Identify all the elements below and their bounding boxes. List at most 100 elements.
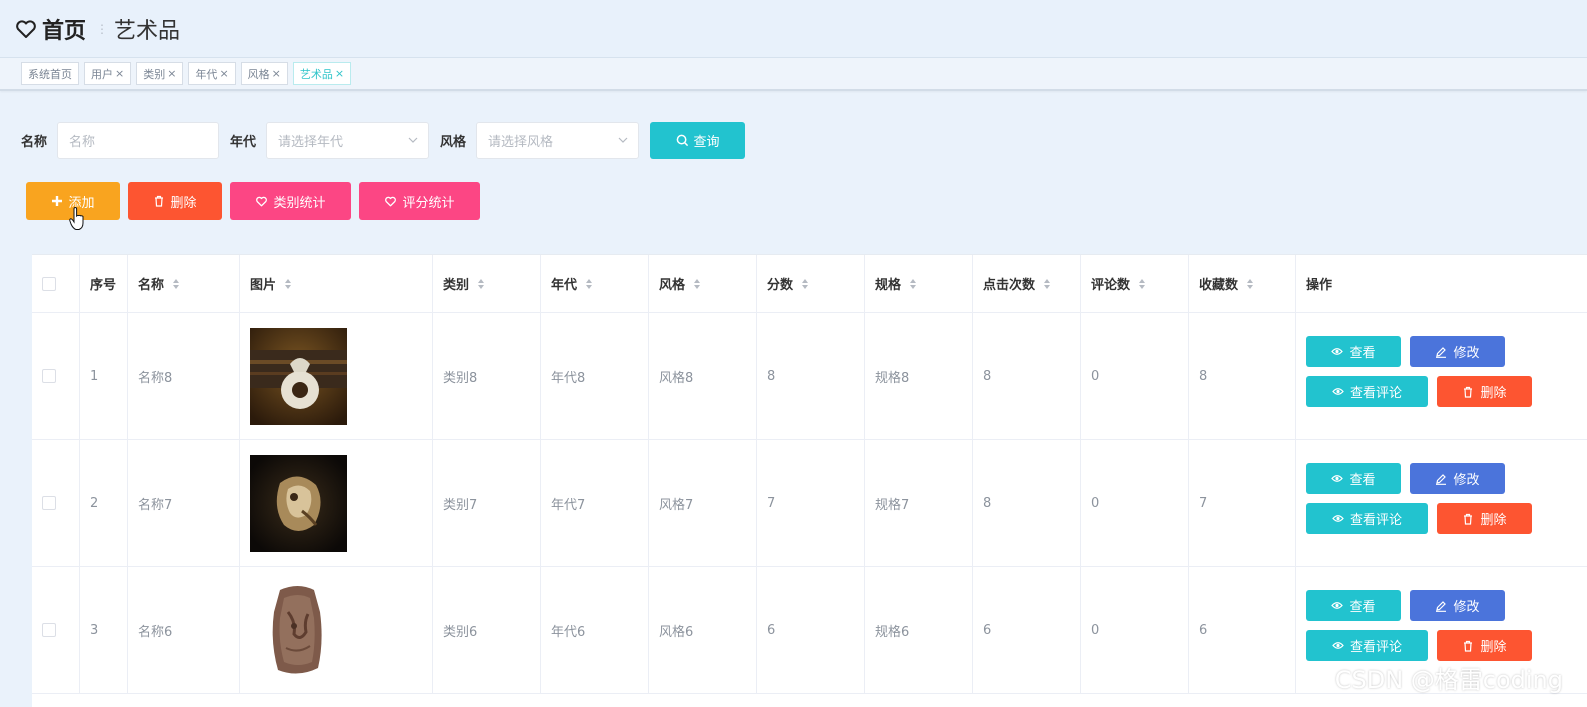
search-form: 名称 名称 年代 请选择年代 风格 请选择风格 查询 xyxy=(21,121,746,159)
plus-icon xyxy=(52,196,63,206)
row-select-cell xyxy=(32,440,80,566)
view-comments-button-label: 查看评论 xyxy=(1349,640,1402,655)
tag-system-home[interactable]: 系统首页 xyxy=(21,62,79,85)
era-select[interactable]: 请选择年代 xyxy=(266,121,430,159)
artwork-thumbnail[interactable] xyxy=(250,454,347,552)
close-icon[interactable]: × xyxy=(219,67,228,80)
column-header-category[interactable]: 类别 xyxy=(433,255,541,312)
category-stats-button[interactable]: 类别统计 xyxy=(230,182,351,220)
edit-icon xyxy=(1436,346,1447,358)
close-icon[interactable]: × xyxy=(335,67,344,80)
sort-icon[interactable] xyxy=(1246,278,1254,290)
artwork-thumbnail[interactable] xyxy=(250,327,347,425)
view-comments-button[interactable]: 查看评论 xyxy=(1306,376,1428,407)
page-header: 首页 ⋮ 艺术品 xyxy=(0,0,1587,58)
view-comments-button[interactable]: 查看评论 xyxy=(1306,630,1428,661)
column-label: 评论数 xyxy=(1091,278,1131,293)
column-header-era[interactable]: 年代 xyxy=(541,255,649,312)
eye-icon xyxy=(1331,348,1344,355)
eye-icon xyxy=(1332,515,1344,522)
column-header-image[interactable]: 图片 xyxy=(240,255,433,312)
row-select-cell xyxy=(32,313,80,439)
sort-icon[interactable] xyxy=(1043,278,1051,290)
sort-icon[interactable] xyxy=(1138,278,1146,290)
trash-icon xyxy=(1464,640,1473,652)
cell-category: 类别8 xyxy=(433,313,541,439)
table-header-row: 序号 名称 图片 类别 年代 风格 分数 规格 点击次数 评论数 收藏数 操作 xyxy=(32,255,1587,313)
eye-icon xyxy=(1332,388,1344,395)
delete-button[interactable]: 删除 xyxy=(1437,503,1532,534)
breadcrumb-home[interactable]: 首页 xyxy=(42,13,86,45)
column-label: 年代 xyxy=(551,278,578,293)
tag-label: 用户 xyxy=(91,67,113,81)
edit-button-label: 修改 xyxy=(1453,600,1480,615)
delete-button[interactable]: 删除 xyxy=(1437,376,1532,407)
cell-era: 年代7 xyxy=(541,440,649,566)
sort-icon[interactable] xyxy=(693,278,701,290)
row-checkbox[interactable] xyxy=(42,496,56,510)
close-icon[interactable]: × xyxy=(167,67,176,80)
edit-icon xyxy=(1436,600,1447,612)
column-label: 分数 xyxy=(767,278,794,293)
column-header-clicks[interactable]: 点击次数 xyxy=(973,255,1081,312)
tag-label: 风格 xyxy=(247,67,270,81)
tag-artwork[interactable]: 艺术品 × xyxy=(292,62,352,85)
delete-button-label: 删除 xyxy=(1480,513,1507,528)
edit-button-label: 修改 xyxy=(1453,473,1480,488)
cell-comments: 0 xyxy=(1081,567,1189,693)
tag-users[interactable]: 用户 × xyxy=(84,62,132,85)
edit-button[interactable]: 修改 xyxy=(1410,590,1505,621)
sort-icon[interactable] xyxy=(284,278,292,290)
edit-button[interactable]: 修改 xyxy=(1410,336,1505,367)
tag-era[interactable]: 年代 × xyxy=(188,62,236,85)
row-checkbox[interactable] xyxy=(42,623,56,637)
select-all-checkbox[interactable] xyxy=(42,276,56,291)
tag-label: 类别 xyxy=(143,67,166,81)
rating-stats-button[interactable]: 评分统计 xyxy=(359,182,480,220)
column-header-style[interactable]: 风格 xyxy=(649,255,757,312)
row-checkbox[interactable] xyxy=(42,369,56,383)
eye-icon xyxy=(1331,602,1344,609)
close-icon[interactable]: × xyxy=(115,67,124,80)
close-icon[interactable]: × xyxy=(272,67,281,80)
edit-button[interactable]: 修改 xyxy=(1410,463,1505,494)
view-button[interactable]: 查看 xyxy=(1306,590,1401,621)
cell-spec: 规格8 xyxy=(865,313,973,439)
column-header-name[interactable]: 名称 xyxy=(128,255,240,312)
cell-score: 6 xyxy=(757,567,865,693)
column-header-favorites[interactable]: 收藏数 xyxy=(1189,255,1296,312)
view-button[interactable]: 查看 xyxy=(1306,463,1401,494)
name-label: 名称 xyxy=(21,134,48,150)
tag-style[interactable]: 风格 × xyxy=(240,62,288,85)
batch-delete-button-label: 删除 xyxy=(170,195,197,211)
view-button-label: 查看 xyxy=(1349,473,1376,488)
cell-operations: 查看 修改 查看评论 删除 xyxy=(1296,440,1587,566)
cell-score: 7 xyxy=(757,440,865,566)
column-header-spec[interactable]: 规格 xyxy=(865,255,973,312)
view-button[interactable]: 查看 xyxy=(1306,336,1401,367)
sort-icon[interactable] xyxy=(172,278,180,290)
row-action-group: 查看 修改 查看评论 删除 xyxy=(1306,590,1566,670)
query-button[interactable]: 查询 xyxy=(650,121,746,159)
cell-style: 风格8 xyxy=(649,313,757,439)
tag-category[interactable]: 类别 × xyxy=(136,62,184,85)
tag-label: 系统首页 xyxy=(28,67,72,81)
column-header-score[interactable]: 分数 xyxy=(757,255,865,312)
sort-icon[interactable] xyxy=(585,278,593,290)
cell-comments: 0 xyxy=(1081,313,1189,439)
sort-icon[interactable] xyxy=(801,278,809,290)
sort-icon[interactable] xyxy=(909,278,917,290)
batch-delete-button[interactable]: 删除 xyxy=(128,182,222,220)
column-header-comments[interactable]: 评论数 xyxy=(1081,255,1189,312)
tag-label: 艺术品 xyxy=(299,67,333,81)
style-select[interactable]: 请选择风格 xyxy=(476,121,640,159)
category-stats-button-label: 类别统计 xyxy=(273,195,326,211)
name-input[interactable]: 名称 xyxy=(57,121,220,159)
artwork-thumbnail[interactable] xyxy=(250,581,347,679)
tags-bar: 系统首页 用户 × 类别 × 年代 × 风格 × 艺术品 × xyxy=(0,58,1587,91)
view-comments-button[interactable]: 查看评论 xyxy=(1306,503,1428,534)
delete-button[interactable]: 删除 xyxy=(1437,630,1532,661)
cell-clicks: 8 xyxy=(973,440,1081,566)
eye-icon xyxy=(1331,475,1344,482)
sort-icon[interactable] xyxy=(477,278,485,290)
